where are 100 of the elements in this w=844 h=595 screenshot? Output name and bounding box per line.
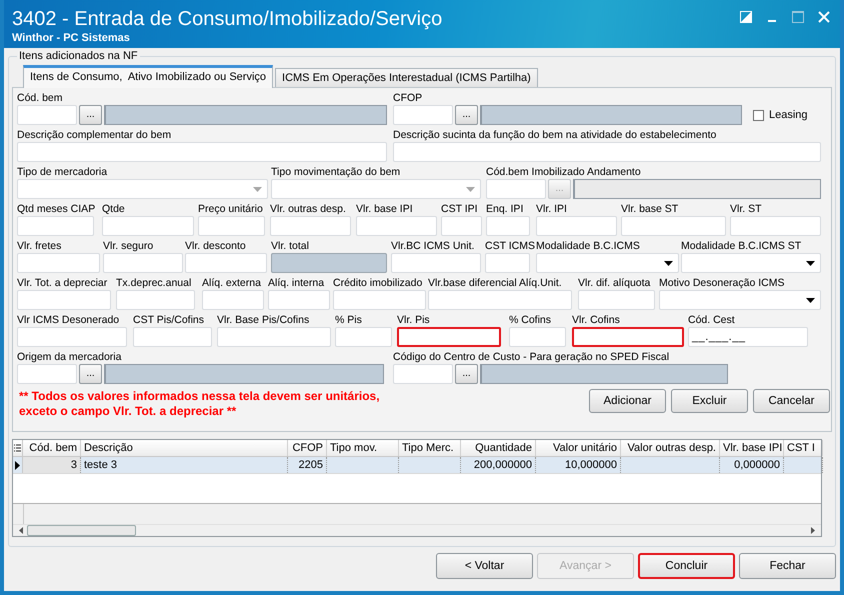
window-title: 3402 - Entrada de Consumo/Imobilizado/Serviço <box>12 7 442 31</box>
dropdown-field[interactable] <box>536 253 679 273</box>
field-label: Descrição complementar do bem <box>17 128 172 142</box>
table-cell: 3 <box>23 457 81 473</box>
field-label: Vlr. Cofins <box>572 313 620 327</box>
field-label: Cód.bem Imobilizado Andamento <box>486 165 641 179</box>
wizard-button[interactable]: < Voltar <box>436 553 533 579</box>
field-label: Código do Centro de Custo - Para geração no SPED Fiscal <box>393 350 670 364</box>
field-label: Enq. IPI <box>486 202 524 216</box>
row-pointer-icon <box>15 460 20 470</box>
dropdown-field[interactable] <box>681 253 821 273</box>
input-field[interactable] <box>572 327 684 347</box>
field-label: CST IPI <box>441 202 478 216</box>
wizard-button[interactable]: Concluir <box>638 553 735 579</box>
warning-note: ** Todos os valores informados nessa tela devem ser unitários, exceto o campo Vlr. Tot. a depreciar ** <box>19 389 380 419</box>
field-label: CST ICMS <box>485 239 535 253</box>
action-button[interactable]: Excluir <box>671 389 748 413</box>
field-label: Vlr. base IPI <box>356 202 413 216</box>
field-label: Descrição sucinta da função do bem na atividade do estabelecimento <box>393 128 716 142</box>
dropdown-field[interactable] <box>271 179 481 199</box>
field-label: Tx.deprec.anual <box>116 276 192 290</box>
field-label: Vlr.base diferencial Alíq.Unit. <box>428 276 562 290</box>
column-header[interactable]: Valor outras desp. <box>621 440 720 456</box>
code-field[interactable] <box>486 179 546 199</box>
list-icon[interactable] <box>14 444 21 452</box>
close-icon[interactable] <box>818 11 830 23</box>
half-square-icon[interactable] <box>740 11 752 23</box>
column-header[interactable]: Cód. bem <box>23 440 81 456</box>
field-label: Vlr. Pis <box>397 313 430 327</box>
field-label: Tipo movimentação do bem <box>271 165 400 179</box>
field-label: Vlr. desconto <box>185 239 246 253</box>
field-label: Vlr. seguro <box>103 239 154 253</box>
table-cell: teste 3 <box>81 457 288 473</box>
scroll-right-icon[interactable] <box>811 527 815 534</box>
field-label: Vlr. base ST <box>621 202 678 216</box>
field-label: Vlr. dif. alíquota <box>578 276 650 290</box>
table-cell: 200,000000 <box>461 457 536 473</box>
table-cell: 10,000000 <box>536 457 621 473</box>
column-header[interactable]: Tipo mov. <box>327 440 399 456</box>
column-header[interactable]: Valor unitário <box>536 440 621 456</box>
field-label: Vlr. outras desp. <box>270 202 346 216</box>
field-label: Vlr. ST <box>730 202 762 216</box>
field-label: Vlr. Tot. a depreciar <box>17 276 108 290</box>
field-label: Vlr. IPI <box>536 202 567 216</box>
lookup-button[interactable]: ... <box>455 364 478 384</box>
lookup-button[interactable]: ... <box>455 105 478 125</box>
input-field[interactable] <box>397 327 501 347</box>
checkbox[interactable] <box>753 110 764 120</box>
lookup-button[interactable]: ... <box>79 105 102 125</box>
maximize-icon[interactable] <box>792 11 804 23</box>
column-header[interactable]: Vlr. base IPI <box>720 440 784 456</box>
group-title: Itens adicionados na NF <box>18 50 139 62</box>
field-label: Vlr.BC ICMS Unit. <box>391 239 474 253</box>
field-label: Qtde <box>102 202 125 216</box>
tab[interactable]: ICMS Em Operações Interestadual (ICMS Partilha) <box>275 68 538 87</box>
field-label: Preço unitário <box>198 202 263 216</box>
field-label: % Cofins <box>509 313 552 327</box>
column-header[interactable]: CST I <box>784 440 823 456</box>
action-button[interactable]: Cancelar <box>753 389 830 413</box>
field-label: % Pis <box>335 313 362 327</box>
field-label: Motivo Desoneração ICMS <box>659 276 784 290</box>
code-field[interactable] <box>393 364 453 384</box>
field-label: Vlr ICMS Desonerado <box>17 313 120 327</box>
field-label: Qtd meses CIAP <box>17 202 96 216</box>
field-label: Vlr. total <box>271 239 309 253</box>
action-button[interactable]: Adicionar <box>589 389 666 413</box>
table-row[interactable]: 3 teste 3 2205 200,000000 10,000000 0,000000 <box>13 457 821 474</box>
code-field[interactable] <box>17 105 77 125</box>
field-label: Cód. bem <box>17 91 63 105</box>
field-label: Alíq. externa <box>202 276 261 290</box>
field-label: CFOP <box>393 91 422 105</box>
scroll-left-icon[interactable] <box>19 527 23 534</box>
field-label: Alíq. interna <box>268 276 324 290</box>
tab[interactable]: Itens de Consumo, Ativo Imobilizado ou Serviço <box>23 65 274 88</box>
field-label: Modalidade B.C.ICMS <box>536 239 640 253</box>
column-header[interactable]: Descrição <box>81 440 288 456</box>
field-label: Cód. Cest <box>688 313 735 327</box>
field-label: Crédito imobilizado <box>333 276 422 290</box>
horizontal-scrollbar[interactable] <box>13 524 821 536</box>
dropdown-field[interactable] <box>659 290 821 310</box>
field-label: Tipo de mercadoria <box>17 165 108 179</box>
table-cell: 0,000000 <box>720 457 784 473</box>
field-label: Vlr. Base Pis/Cofins <box>217 313 310 327</box>
code-field[interactable] <box>393 105 453 125</box>
field-label: Origem da mercadoria <box>17 350 122 364</box>
field-label: Vlr. fretes <box>17 239 62 253</box>
code-field[interactable] <box>17 364 77 384</box>
column-header[interactable]: CFOP <box>288 440 327 456</box>
field-label: Modalidade B.C.ICMS ST <box>681 239 802 253</box>
lookup-button[interactable]: ... <box>79 364 102 384</box>
column-header[interactable]: Quantidade <box>461 440 536 456</box>
column-header[interactable] <box>13 440 23 456</box>
input-field[interactable]: __.___.__ <box>688 327 808 347</box>
column-header[interactable]: Tipo Merc. <box>399 440 461 456</box>
field-label: CST Pis/Cofins <box>133 313 204 327</box>
window-subtitle: Winthor - PC Sistemas <box>12 31 131 45</box>
table-cell: 2205 <box>288 457 327 473</box>
dropdown-field[interactable] <box>17 179 268 199</box>
checkbox-label: Leasing <box>769 109 808 121</box>
wizard-button[interactable]: Fechar <box>739 553 836 579</box>
